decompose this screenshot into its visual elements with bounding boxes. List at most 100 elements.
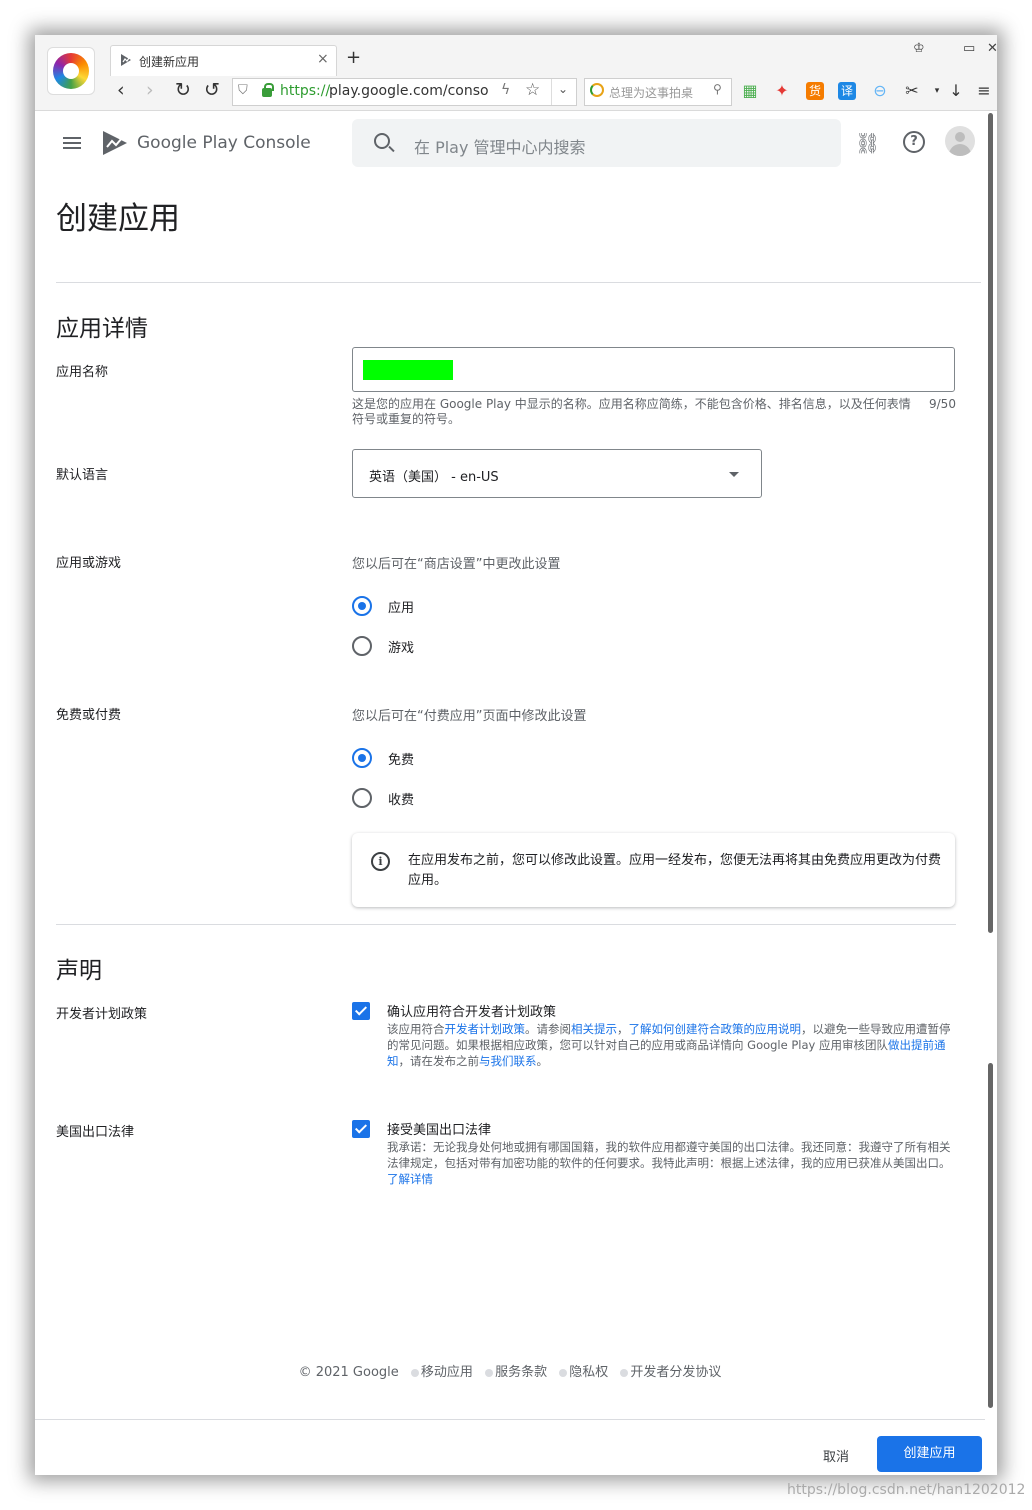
policy-link-program[interactable]: 开发者计划政策 bbox=[445, 1022, 526, 1036]
minus-icon[interactable]: ⊖ bbox=[871, 82, 889, 100]
url-scheme: https:// bbox=[280, 83, 331, 99]
pricing-info-text: 在应用发布之前，您可以修改此设置。应用一经发布，您便无法再将其由免费应用更改为付… bbox=[408, 853, 942, 888]
scissors-dropdown-icon[interactable]: ▾ bbox=[928, 82, 946, 100]
export-title: 接受美国出口法律 bbox=[387, 1123, 492, 1138]
back-icon[interactable]: ‹ bbox=[117, 79, 125, 101]
policy-link-tips[interactable]: 相关提示 bbox=[571, 1022, 617, 1036]
shop-icon[interactable]: 货 bbox=[806, 82, 824, 100]
app-name-hint: 这是您的应用在 Google Play 中显示的名称。应用名称应简练，不能包含价… bbox=[352, 397, 911, 426]
app-or-game-hint: 您以后可在“商店设置”中更改此设置 bbox=[352, 557, 561, 572]
hamburger-menu-icon[interactable] bbox=[63, 137, 81, 150]
page-title: 创建应用 bbox=[56, 201, 180, 237]
free-or-paid-hint: 您以后可在“付费应用”页面中修改此设置 bbox=[352, 709, 587, 724]
browser-logo[interactable] bbox=[47, 47, 95, 95]
section-declarations: 声明 bbox=[56, 958, 102, 984]
shield-icon[interactable]: ⛉ bbox=[238, 83, 248, 98]
radio-game-label[interactable]: 游戏 bbox=[388, 637, 414, 656]
scrollbar-thumb[interactable] bbox=[988, 113, 993, 933]
download-icon[interactable]: ↓ bbox=[947, 82, 965, 100]
menu-icon[interactable]: ≡ bbox=[975, 82, 993, 100]
reload-icon[interactable]: ↻ bbox=[175, 79, 191, 101]
export-label: 美国出口法律 bbox=[56, 1125, 135, 1140]
game-icon[interactable]: ✦ bbox=[773, 82, 791, 100]
lock-icon bbox=[262, 88, 272, 97]
address-bar[interactable]: ⛉ https:// play.google.com/conso ϟ ☆ ⌄ bbox=[232, 78, 577, 106]
app-name-counter: 9/50 bbox=[929, 397, 956, 411]
footer-link-terms[interactable]: 服务条款 bbox=[495, 1365, 547, 1380]
chevron-down-icon[interactable]: ⌄ bbox=[558, 82, 568, 96]
export-description: 我承诺：无论我身处何地或拥有哪国国籍，我的软件应用都遵守美国的出口法律。我还同意… bbox=[387, 1140, 951, 1186]
radio-free-label[interactable]: 免费 bbox=[388, 749, 414, 768]
pricing-info-box: i 在应用发布之前，您可以修改此设置。应用一经发布，您便无法再将其由免费应用更改… bbox=[352, 833, 955, 907]
radio-paid[interactable] bbox=[352, 788, 372, 808]
console-search-bar[interactable]: 在 Play 管理中心内搜索 bbox=[352, 119, 841, 167]
info-icon: i bbox=[371, 852, 390, 871]
browser-window: 创建新应用 × + ♔ ▭ ✕ ‹ › ↻ ↺ ⛉ https:// play.… bbox=[35, 35, 997, 1475]
search-engine-icon bbox=[590, 83, 604, 97]
section-app-details: 应用详情 bbox=[56, 316, 148, 342]
policy-checkbox[interactable] bbox=[352, 1002, 370, 1020]
tab-close-icon[interactable]: × bbox=[317, 51, 329, 67]
radio-paid-label[interactable]: 收费 bbox=[388, 789, 414, 808]
language-label: 默认语言 bbox=[56, 468, 109, 483]
brand-console: Console bbox=[243, 133, 311, 153]
language-select[interactable]: 英语（美国） - en-US bbox=[352, 449, 762, 498]
language-value: 英语（美国） - en-US bbox=[369, 470, 499, 485]
help-icon[interactable]: ? bbox=[903, 131, 925, 153]
free-or-paid-label: 免费或付费 bbox=[56, 708, 122, 723]
browser-toolbar: 创建新应用 × + ♔ ▭ ✕ ‹ › ↻ ↺ ⛉ https:// play.… bbox=[35, 35, 997, 111]
app-name-input[interactable] bbox=[352, 347, 955, 392]
policy-link-howto[interactable]: 了解如何创建符合政策的应用说明 bbox=[629, 1022, 802, 1036]
browser-tab[interactable]: 创建新应用 × bbox=[110, 45, 337, 76]
play-console-page: Google Play Console 在 Play 管理中心内搜索 ⛓ ? 创… bbox=[35, 111, 985, 1475]
export-checkbox[interactable] bbox=[352, 1120, 370, 1138]
translate-icon[interactable]: 译 bbox=[838, 82, 856, 100]
footer-copyright: © 2021 Google bbox=[298, 1365, 399, 1380]
policy-description: 该应用符合开发者计划政策。请参阅相关提示，了解如何创建符合政策的应用说明，以避免… bbox=[387, 1022, 951, 1068]
grid-app-icon[interactable]: ▦ bbox=[741, 82, 759, 100]
app-or-game-label: 应用或游戏 bbox=[56, 556, 122, 571]
play-console-favicon-icon bbox=[121, 54, 131, 66]
browser-search-box[interactable]: 总理为这事拍桌 ⚲ bbox=[584, 78, 732, 106]
app-name-label: 应用名称 bbox=[56, 365, 109, 380]
forward-icon[interactable]: › bbox=[146, 79, 154, 101]
title-divider bbox=[56, 282, 981, 283]
policy-link-contact[interactable]: 与我们联系 bbox=[479, 1054, 537, 1068]
footer-link-dda[interactable]: 开发者分发协议 bbox=[630, 1365, 721, 1380]
undo-icon[interactable]: ↺ bbox=[204, 79, 220, 101]
brand-google-play: Google Play bbox=[137, 133, 238, 153]
brand-name[interactable]: Google Play Console bbox=[137, 133, 311, 153]
tab-title: 创建新应用 bbox=[139, 55, 200, 69]
watermark: https://blog.csdn.net/han1202012 bbox=[787, 1482, 1026, 1498]
skin-icon[interactable]: ♔ bbox=[913, 41, 925, 56]
dropdown-arrow-icon bbox=[729, 472, 739, 477]
bookmark-star-icon[interactable]: ☆ bbox=[525, 80, 540, 100]
avatar[interactable] bbox=[945, 126, 975, 156]
cancel-button[interactable]: 取消 bbox=[811, 1438, 861, 1473]
maximize-button[interactable]: ▭ bbox=[963, 41, 975, 56]
action-bar: 取消 创建应用 bbox=[35, 1419, 985, 1475]
radio-app-label[interactable]: 应用 bbox=[388, 597, 414, 616]
footer-link-mobile[interactable]: 移动应用 bbox=[421, 1365, 473, 1380]
app-name-redacted-value bbox=[363, 360, 453, 380]
lightning-icon[interactable]: ϟ bbox=[501, 82, 510, 98]
policy-label: 开发者计划政策 bbox=[56, 1007, 148, 1022]
browser-search-text: 总理为这事拍桌 bbox=[609, 86, 694, 100]
play-console-logo-icon bbox=[103, 131, 127, 155]
footer-link-privacy[interactable]: 隐私权 bbox=[569, 1365, 608, 1380]
page-scrollbar[interactable] bbox=[985, 111, 997, 1475]
footer: © 2021 Google 移动应用 服务条款 隐私权 开发者分发协议 bbox=[35, 1361, 985, 1380]
radio-free[interactable] bbox=[352, 748, 372, 768]
search-icon[interactable]: ⚲ bbox=[713, 82, 722, 96]
radio-game[interactable] bbox=[352, 636, 372, 656]
radio-app[interactable] bbox=[352, 596, 372, 616]
scissors-icon[interactable]: ✂ bbox=[903, 82, 921, 100]
close-window-button[interactable]: ✕ bbox=[987, 41, 997, 56]
export-learn-more-link[interactable]: 了解详情 bbox=[387, 1172, 433, 1186]
new-tab-button[interactable]: + bbox=[346, 47, 361, 68]
search-input[interactable]: 在 Play 管理中心内搜索 bbox=[414, 134, 586, 158]
create-app-button[interactable]: 创建应用 bbox=[877, 1436, 982, 1472]
link-icon[interactable]: ⛓ bbox=[855, 131, 880, 155]
scrollbar-thumb-lower[interactable] bbox=[988, 1063, 993, 1408]
section-divider bbox=[56, 924, 956, 925]
